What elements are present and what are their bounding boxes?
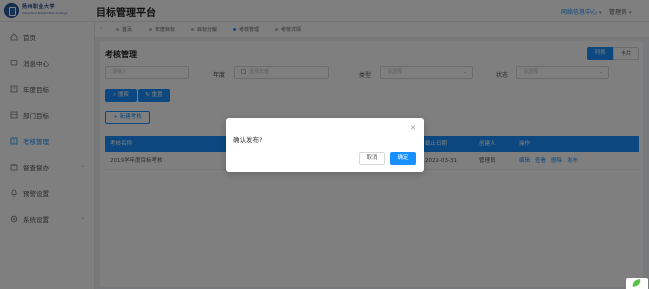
cancel-button[interactable]: 取消	[359, 152, 385, 165]
leaf-widget-icon[interactable]	[626, 278, 648, 289]
dialog-message: 确认发布?	[233, 136, 263, 144]
confirm-dialog: ✕ 确认发布? 取消 确定	[226, 118, 424, 172]
confirm-button[interactable]: 确定	[390, 152, 416, 165]
close-icon[interactable]: ✕	[410, 124, 416, 132]
